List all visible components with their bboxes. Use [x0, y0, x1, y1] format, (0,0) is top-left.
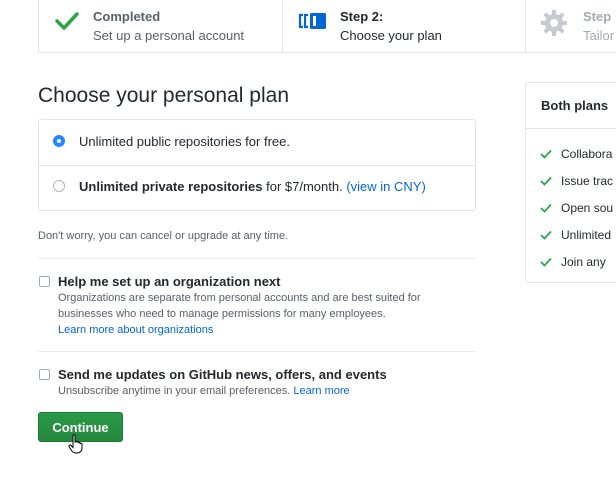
updates-description: Unsubscribe anytime in your email prefer…: [58, 383, 478, 399]
browser-icon: [297, 11, 329, 36]
check-icon: [540, 149, 552, 159]
divider: [38, 258, 476, 259]
plan-free-label: Unlimited public repositories for free.: [79, 134, 290, 149]
org-setup-description: Organizations are separate from personal…: [58, 290, 478, 338]
updates-desc-text: Unsubscribe anytime in your email prefer…: [58, 385, 294, 397]
feature-label: Issue trac: [561, 174, 614, 188]
features-heading: Both plans: [541, 98, 609, 113]
plan-option-free[interactable]: Unlimited public repositories for free.: [39, 120, 475, 166]
step-subtitle: Tailor: [583, 28, 615, 43]
feature-label: Join any: [561, 255, 606, 269]
plan-private-price: for $7/month.: [262, 179, 347, 194]
step-title: Step: [583, 9, 612, 24]
feature-label: Collabora: [561, 147, 613, 161]
check-icon: [540, 257, 552, 267]
step-current: Step 2: Choose your plan: [283, 0, 526, 52]
check-icon: [540, 176, 552, 186]
feature-label: Open sou: [561, 201, 614, 215]
org-setup-title: Help me set up an organization next: [58, 274, 281, 289]
plan-features-panel: Both plans Collabora Issue trac Open sou…: [525, 82, 616, 283]
check-icon: [540, 203, 552, 213]
learn-more-orgs-link[interactable]: Learn more about organizations: [58, 322, 478, 338]
feature-label: Unlimited: [561, 228, 612, 242]
plan-options: Unlimited public repositories for free. …: [38, 119, 476, 211]
step-upcoming: Step Tailor: [526, 0, 616, 52]
updates-checkbox[interactable]: [39, 369, 50, 380]
learn-more-link[interactable]: Learn more: [293, 385, 349, 397]
check-icon: [540, 230, 552, 240]
step-subtitle: Set up a personal account: [93, 28, 245, 43]
page-title: Choose your personal plan: [38, 84, 289, 107]
view-in-cny-link[interactable]: (view in CNY): [346, 179, 425, 194]
plan-free-radio[interactable]: [53, 135, 65, 147]
org-desc-line: businesses who need to manage permission…: [58, 308, 386, 320]
plan-private-label: Unlimited private repositories for $7/mo…: [79, 179, 426, 194]
org-desc-line: Organizations are separate from personal…: [58, 292, 421, 304]
signup-steps: Completed Set up a personal account Step…: [38, 0, 616, 53]
plan-option-private[interactable]: Unlimited private repositories for $7/mo…: [39, 165, 475, 210]
plan-private-bold: Unlimited private repositories: [79, 179, 263, 194]
features-header: Both plans: [526, 83, 616, 129]
org-setup-checkbox[interactable]: [39, 276, 50, 287]
plan-private-radio[interactable]: [53, 180, 65, 192]
step-completed: Completed Set up a personal account: [39, 0, 283, 52]
check-icon: [55, 11, 79, 36]
divider: [38, 351, 476, 352]
gear-icon: [539, 8, 569, 43]
pointer-cursor-icon: [68, 434, 84, 459]
step-title: Step 2:: [340, 9, 384, 24]
updates-title: Send me updates on GitHub news, offers, …: [58, 367, 387, 382]
step-subtitle: Choose your plan: [340, 28, 442, 43]
step-title: Completed: [93, 9, 161, 24]
cancel-note: Don't worry, you can cancel or upgrade a…: [38, 230, 289, 242]
